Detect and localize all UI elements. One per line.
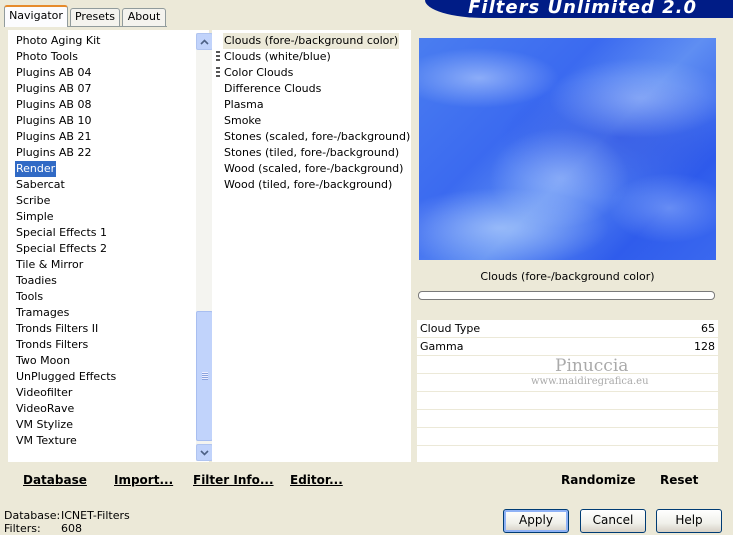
filter-item[interactable]: Difference Clouds [223,81,322,97]
filter-info-button[interactable]: Filter Info... [193,473,274,487]
filter-item[interactable]: Clouds (fore-/background color) [223,33,400,49]
category-list[interactable]: Photo Aging Kit Photo Tools Plugins AB 04 P… [8,30,213,462]
category-item[interactable]: Tile & Mirror [15,257,84,273]
param-row-empty [417,410,718,428]
watermark-name: Pinuccia [555,356,629,376]
chevron-down-icon [200,449,209,456]
tab-about[interactable]: About [122,8,166,26]
category-item[interactable]: Photo Tools [15,49,79,65]
filter-marker-icon [216,67,220,79]
filter-item[interactable]: Wood (tiled, fore-/background) [223,177,393,193]
database-button[interactable]: Database [23,473,87,487]
category-item[interactable]: VM Stylize [15,417,74,433]
status-database-label: Database: [4,509,61,522]
param-row-empty [417,446,718,464]
category-item[interactable]: Photo Aging Kit [15,33,101,49]
progress-bar [418,291,715,300]
param-label: Cloud Type [420,322,481,335]
preview-image [419,38,716,260]
import-button[interactable]: Import... [114,473,173,487]
scroll-thumb[interactable] [196,311,213,441]
filter-item[interactable]: Stones (tiled, fore-/background) [223,145,400,161]
param-value: 128 [694,340,715,353]
help-button[interactable]: Help [656,509,722,533]
category-item[interactable]: Render [13,160,58,178]
filter-item[interactable]: Color Clouds [223,65,294,81]
editor-button[interactable]: Editor... [290,473,343,487]
param-row-gamma[interactable]: Gamma 128 [417,338,718,356]
category-item[interactable]: Toadies [15,273,58,289]
apply-button[interactable]: Apply [503,509,569,533]
left-toolbar: Database Import... Filter Info... Editor… [8,465,411,492]
chevron-up-icon [200,38,209,45]
category-item[interactable]: Plugins AB 08 [15,97,92,113]
param-row-empty [417,392,718,410]
right-toolbar: Randomize Reset [417,465,718,492]
category-item[interactable]: UnPlugged Effects [15,369,117,385]
category-item[interactable]: Tronds Filters II [15,321,99,337]
preview-panel: Clouds (fore-/background color) Cloud Ty… [417,30,718,464]
app-banner-title: Filters Unlimited 2.0 [425,0,733,18]
category-item[interactable]: Scribe [15,193,51,209]
category-item[interactable]: Plugins AB 22 [15,145,92,161]
param-row-cloud-type[interactable]: Cloud Type 65 [417,320,718,338]
filter-item[interactable]: Plasma [223,97,265,113]
category-item[interactable]: Plugins AB 21 [15,129,92,145]
scroll-down-button[interactable] [196,444,213,461]
filter-item[interactable]: Wood (scaled, fore-/background) [223,161,404,177]
category-item[interactable]: Two Moon [15,353,71,369]
parameter-list: Cloud Type 65 Gamma 128 Pinuccia www.mai… [417,320,718,464]
randomize-button[interactable]: Randomize [561,473,635,487]
filter-marker-icon [216,51,220,63]
category-item[interactable]: Special Effects 1 [15,225,108,241]
param-label: Gamma [420,340,464,353]
category-item[interactable]: Tramages [15,305,70,321]
category-scrollbar[interactable] [196,33,213,461]
category-item[interactable]: Simple [15,209,55,225]
watermark-url: www.maidiregrafica.eu [531,376,649,387]
scroll-up-button[interactable] [196,33,213,50]
filter-item[interactable]: Stones (scaled, fore-/background) [223,129,411,145]
category-item[interactable]: Plugins AB 07 [15,81,92,97]
tab-navigator[interactable]: Navigator [4,5,68,27]
category-item[interactable]: Tools [15,289,44,305]
param-value: 65 [701,322,715,335]
category-item[interactable]: Special Effects 2 [15,241,108,257]
status-database-value: ICNET-Filters [61,509,130,522]
filter-item[interactable]: Clouds (white/blue) [223,49,332,65]
category-item[interactable]: VideoRave [15,401,75,417]
preview-filter-name: Clouds (fore-/background color) [480,270,655,283]
status-filters-label: Filters: [4,522,41,535]
status-filters-value: 608 [61,522,82,535]
reset-button[interactable]: Reset [660,473,698,487]
filter-item[interactable]: Smoke [223,113,262,129]
grip-icon [202,372,208,380]
param-row-empty [417,428,718,446]
category-item[interactable]: Sabercat [15,177,66,193]
filter-list[interactable]: Clouds (fore-/background color) Clouds (w… [212,30,411,462]
category-item[interactable]: Plugins AB 10 [15,113,92,129]
category-item[interactable]: Videofilter [15,385,73,401]
tab-presets[interactable]: Presets [70,8,120,26]
category-item[interactable]: Tronds Filters [15,337,89,353]
category-item[interactable]: Plugins AB 04 [15,65,92,81]
category-item[interactable]: VM Texture [15,433,78,449]
cancel-button[interactable]: Cancel [580,509,646,533]
